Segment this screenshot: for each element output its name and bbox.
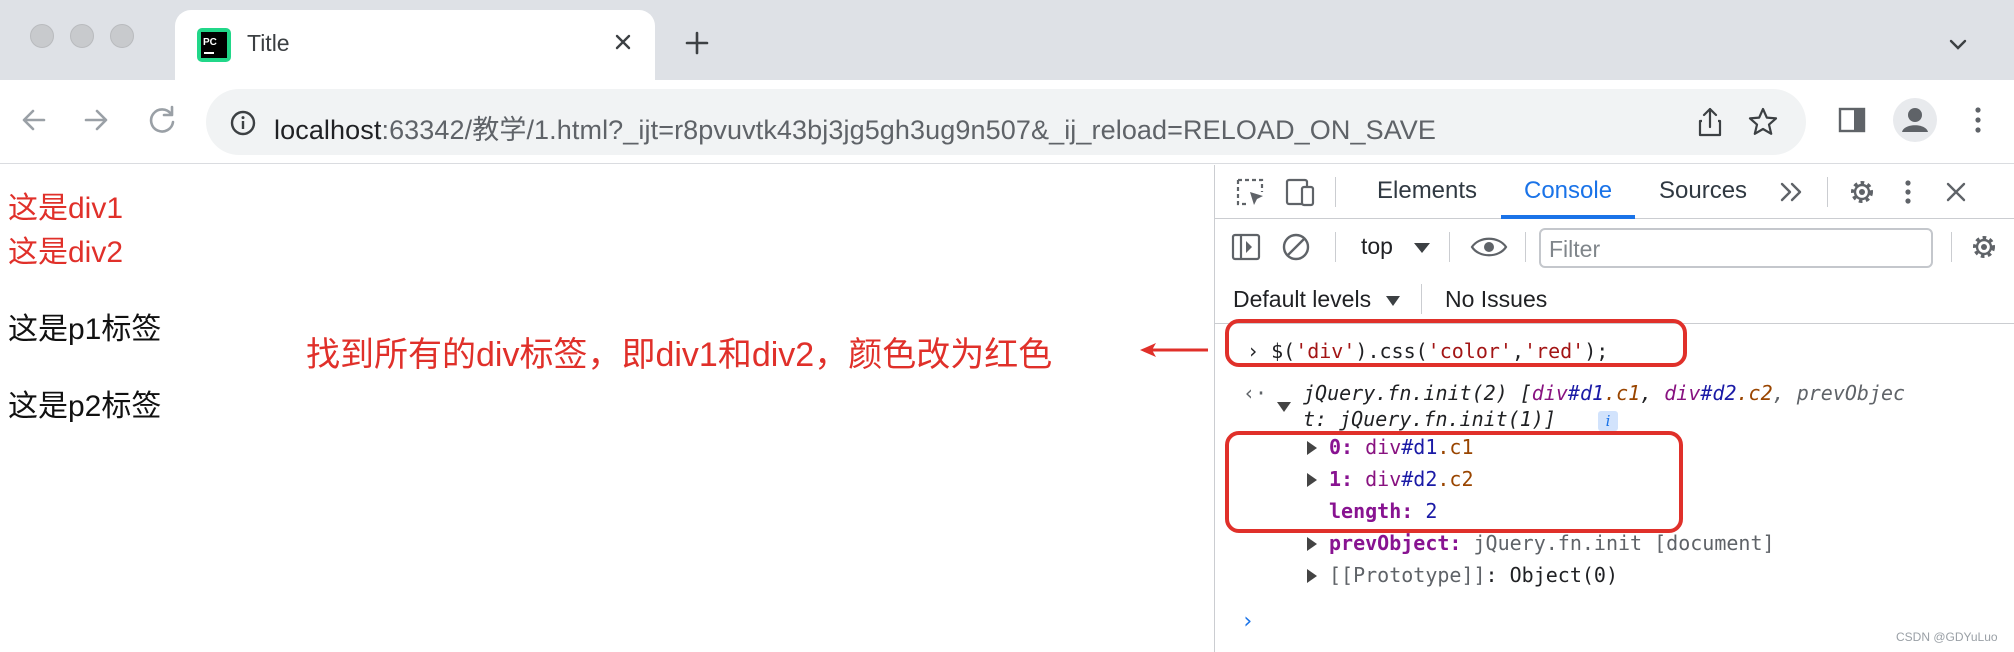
site-info-icon[interactable] [228, 108, 258, 138]
console-toolbar: top Filter [1215, 220, 2014, 274]
live-expression-eye-icon[interactable] [1469, 230, 1509, 264]
div2-text: 这是div2 [8, 236, 124, 269]
filter-input[interactable]: Filter [1539, 228, 1933, 268]
result-summary-line1[interactable]: jQuery.fn.init(2) [div#d1.c1, div#d2.c2,… [1303, 381, 1905, 405]
result-prevobject[interactable]: prevObject: jQuery.fn.init [document] [1329, 531, 1775, 555]
toolbar-divider [1421, 284, 1422, 314]
pycharm-favicon-icon: PC [197, 28, 231, 62]
customize-menu-icon[interactable] [1891, 175, 1925, 209]
result-summary-line2: t: jQuery.fn.init(1)] [1303, 407, 1556, 431]
expand-prototype-icon[interactable] [1307, 569, 1317, 588]
expand-prevobject-icon[interactable] [1307, 537, 1317, 556]
reload-icon[interactable] [142, 100, 182, 140]
toolbar-divider [1335, 177, 1336, 207]
address-bar[interactable]: localhost:63342/教学/1.html?_ijt=r8pvuvtk4… [206, 89, 1806, 155]
tab-console[interactable]: Console [1524, 177, 1612, 205]
tab-elements[interactable]: Elements [1377, 177, 1477, 205]
highlight-items-box [1225, 431, 1683, 533]
tab-sources[interactable]: Sources [1659, 177, 1747, 205]
tab-title: Title [247, 30, 290, 56]
active-tab-indicator [1501, 215, 1635, 219]
annotation-text: 找到所有的div标签，即div1和div2，颜色改为红色 [306, 336, 1053, 374]
log-levels-dropdown[interactable]: Default levels [1233, 286, 1371, 313]
device-toolbar-icon[interactable] [1283, 175, 1317, 209]
url-text[interactable]: localhost:63342/教学/1.html?_ijt=r8pvuvtk4… [274, 108, 1436, 147]
back-arrow-icon[interactable] [14, 100, 54, 140]
chrome-menu-icon[interactable] [1958, 100, 1998, 140]
toolbar-divider [1449, 232, 1450, 262]
result-return-icon: ‹· [1243, 381, 1268, 405]
console-settings-gear-icon[interactable] [1967, 230, 2001, 264]
show-sidebar-icon[interactable] [1229, 230, 1263, 264]
minimize-window-button[interactable] [70, 24, 94, 48]
toolbar-divider [1335, 232, 1336, 262]
clear-console-icon[interactable] [1279, 230, 1313, 264]
context-caret-icon[interactable] [1413, 242, 1431, 254]
toolbar-divider [1827, 177, 1828, 207]
tab-strip: PC Title [0, 0, 2014, 82]
share-icon[interactable] [1694, 105, 1726, 139]
toolbar-divider [1525, 232, 1526, 262]
active-tab[interactable]: PC Title [175, 10, 655, 82]
url-path: :63342/教学/1.html?_ijt=r8pvuvtk43bj3jg5gh… [381, 115, 1437, 145]
filter-placeholder: Filter [1549, 236, 1601, 262]
chevron-down-icon[interactable] [1944, 30, 1972, 58]
close-window-button[interactable] [30, 24, 54, 48]
levels-caret-icon[interactable] [1385, 295, 1401, 307]
issues-button[interactable]: No Issues [1445, 286, 1547, 313]
p2-text: 这是p2标签 [8, 390, 162, 423]
profile-avatar-icon[interactable] [1892, 97, 1938, 143]
forward-arrow-icon[interactable] [76, 100, 116, 140]
p1-text: 这是p1标签 [8, 313, 162, 346]
div1-text: 这是div1 [8, 192, 124, 225]
highlight-input-box [1225, 319, 1687, 367]
watermark: CSDN @GDYuLuo [1896, 630, 1998, 644]
settings-gear-icon[interactable] [1845, 175, 1879, 209]
devtools-main-toolbar: Elements Console Sources [1215, 165, 2014, 219]
page-viewport: 这是div1 这是div2 这是p1标签 这是p2标签 找到所有的div标签，即… [0, 165, 1214, 652]
browser-toolbar: localhost:63342/教学/1.html?_ijt=r8pvuvtk4… [0, 80, 2014, 164]
svg-text:PC: PC [203, 37, 217, 48]
info-badge-icon[interactable]: i [1598, 411, 1618, 431]
inspect-element-icon[interactable] [1233, 175, 1267, 209]
toolbar-divider [1951, 232, 1952, 262]
expand-result-icon[interactable] [1277, 399, 1291, 417]
maximize-window-button[interactable] [110, 24, 134, 48]
side-panel-icon[interactable] [1832, 100, 1872, 140]
bookmark-star-icon[interactable] [1746, 105, 1780, 139]
console-levels-bar: Default levels No Issues [1215, 274, 2014, 324]
annotation-arrow-icon [1140, 343, 1208, 357]
console-prompt-icon[interactable]: › [1241, 609, 1254, 634]
devtools-panel: Elements Console Sources top Filter Defa… [1214, 165, 2014, 652]
close-tab-icon[interactable] [607, 26, 639, 58]
close-devtools-icon[interactable] [1939, 175, 1973, 209]
result-prototype[interactable]: [[Prototype]]: Object(0) [1329, 563, 1618, 587]
context-selector[interactable]: top [1361, 233, 1393, 260]
url-host: localhost [274, 115, 382, 145]
new-tab-icon[interactable] [680, 26, 714, 60]
more-tabs-chevron-icon[interactable] [1777, 177, 1807, 207]
